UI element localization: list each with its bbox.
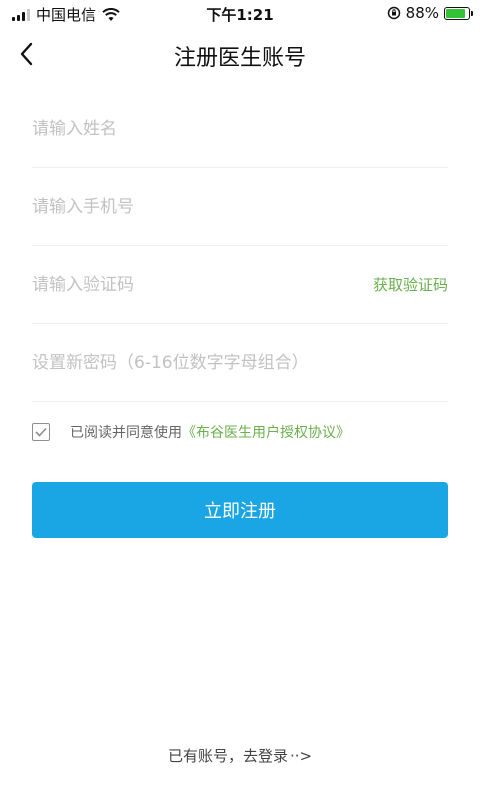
phone-input[interactable] <box>32 186 448 227</box>
password-field-row <box>32 324 448 402</box>
battery-percent: 88% <box>405 4 439 22</box>
login-link[interactable]: 已有账号，去登录 ··> <box>0 745 480 766</box>
battery-fill <box>446 8 466 18</box>
agreement-text: 已阅读并同意使用 <box>70 425 182 441</box>
verification-code-input[interactable] <box>32 264 332 305</box>
check-icon <box>35 427 47 437</box>
phone-field-row <box>32 168 448 246</box>
register-button[interactable]: 立即注册 <box>32 482 448 538</box>
agreement-checkbox[interactable] <box>32 423 50 441</box>
agreement-link[interactable]: 《布谷医生用户授权协议》 <box>182 422 350 442</box>
password-input[interactable] <box>32 342 448 383</box>
battery-icon <box>444 6 473 20</box>
nav-bar: 注册医生账号 <box>0 32 480 76</box>
status-bar: 中国电信 下午1:21 88% <box>0 0 480 28</box>
code-field-row: 获取验证码 <box>32 246 448 324</box>
get-code-button[interactable]: 获取验证码 <box>373 274 448 295</box>
name-input[interactable] <box>32 108 448 149</box>
orientation-lock-icon <box>387 6 400 20</box>
login-arrow-icon: ··> <box>289 747 313 765</box>
status-right: 88% <box>387 4 473 22</box>
page-title: 注册医生账号 <box>173 46 306 71</box>
login-link-text: 已有账号，去登录 <box>167 747 288 765</box>
name-field-row <box>32 90 448 168</box>
agreement-row: 已阅读并同意使用 《布谷医生用户授权协议》 <box>32 422 350 442</box>
register-form: 获取验证码 <box>32 90 448 402</box>
